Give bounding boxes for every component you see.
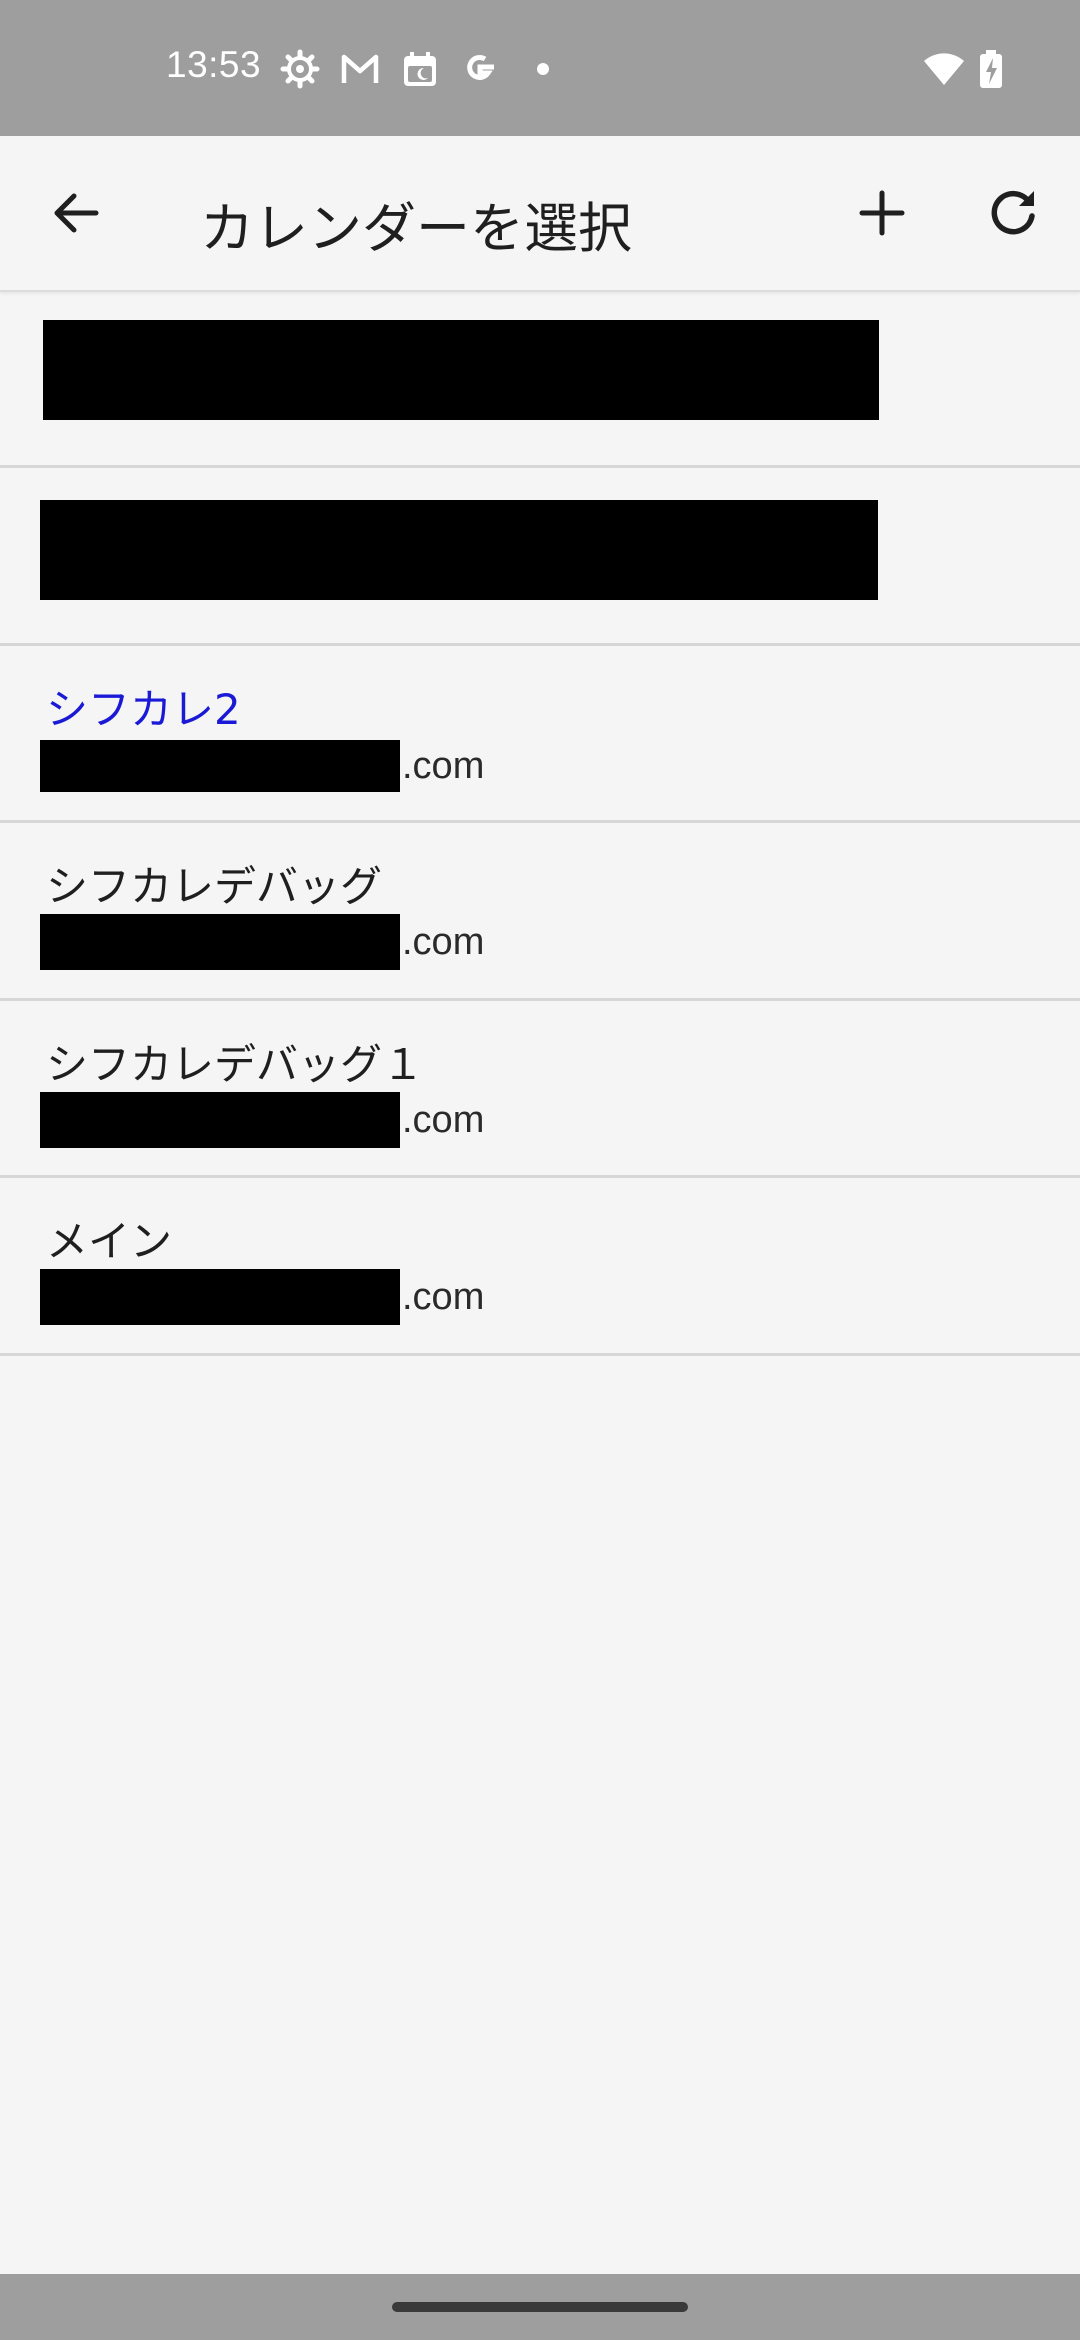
calendar-item[interactable]	[0, 291, 1080, 468]
battery-charging-icon	[980, 50, 1002, 88]
page-title: カレンダーを選択	[200, 197, 632, 260]
wifi-icon	[924, 53, 964, 85]
redacted-email	[40, 740, 400, 792]
status-time: 13:53	[166, 44, 262, 85]
calendar-item[interactable]: シフカレデバッグ .com	[0, 823, 1080, 1001]
status-bar: 13:53	[0, 0, 1080, 136]
refresh-button[interactable]	[964, 163, 1064, 263]
refresh-icon	[991, 190, 1035, 235]
calendar-item[interactable]: シフカレデバッグ１ .com	[0, 1001, 1080, 1178]
account-domain: .com	[402, 744, 485, 787]
calendar-name: シフカレデバッグ１	[46, 1040, 425, 1089]
calendar-account: .com	[40, 913, 484, 971]
calendar-item[interactable]: メイン .com	[0, 1178, 1080, 1356]
redacted-email	[40, 1092, 400, 1148]
home-gesture-handle[interactable]	[392, 2302, 688, 2312]
settings-gear-icon	[280, 49, 320, 89]
arrow-back-icon	[54, 193, 99, 233]
redacted-email	[40, 1269, 400, 1325]
redacted-email	[40, 914, 400, 970]
add-calendar-button[interactable]	[832, 163, 932, 263]
redacted-account	[40, 500, 878, 600]
navigation-bar	[0, 2274, 1080, 2340]
plus-icon	[859, 190, 905, 236]
calendar-app-icon	[404, 52, 436, 86]
account-domain: .com	[402, 1098, 485, 1141]
calendar-name: シフカレ2	[46, 685, 241, 734]
gmail-icon	[341, 54, 379, 83]
calendar-item[interactable]: シフカレ2 .com	[0, 646, 1080, 823]
google-icon	[467, 54, 494, 80]
account-domain: .com	[402, 1275, 485, 1318]
calendar-name: メイン	[46, 1217, 173, 1266]
app-bar: カレンダーを選択	[0, 136, 1080, 292]
calendar-list: シフカレ2 .com シフカレデバッグ .com シフカレデバッグ１ .com …	[0, 291, 1080, 1356]
redacted-account	[43, 320, 879, 420]
account-domain: .com	[402, 920, 485, 963]
calendar-item[interactable]	[0, 468, 1080, 646]
notification-dot-icon	[537, 63, 549, 75]
calendar-account: .com	[40, 737, 484, 795]
calendar-account: .com	[40, 1091, 484, 1149]
calendar-name: シフカレデバッグ	[46, 862, 383, 911]
calendar-account: .com	[40, 1268, 484, 1326]
back-button[interactable]	[26, 163, 126, 263]
